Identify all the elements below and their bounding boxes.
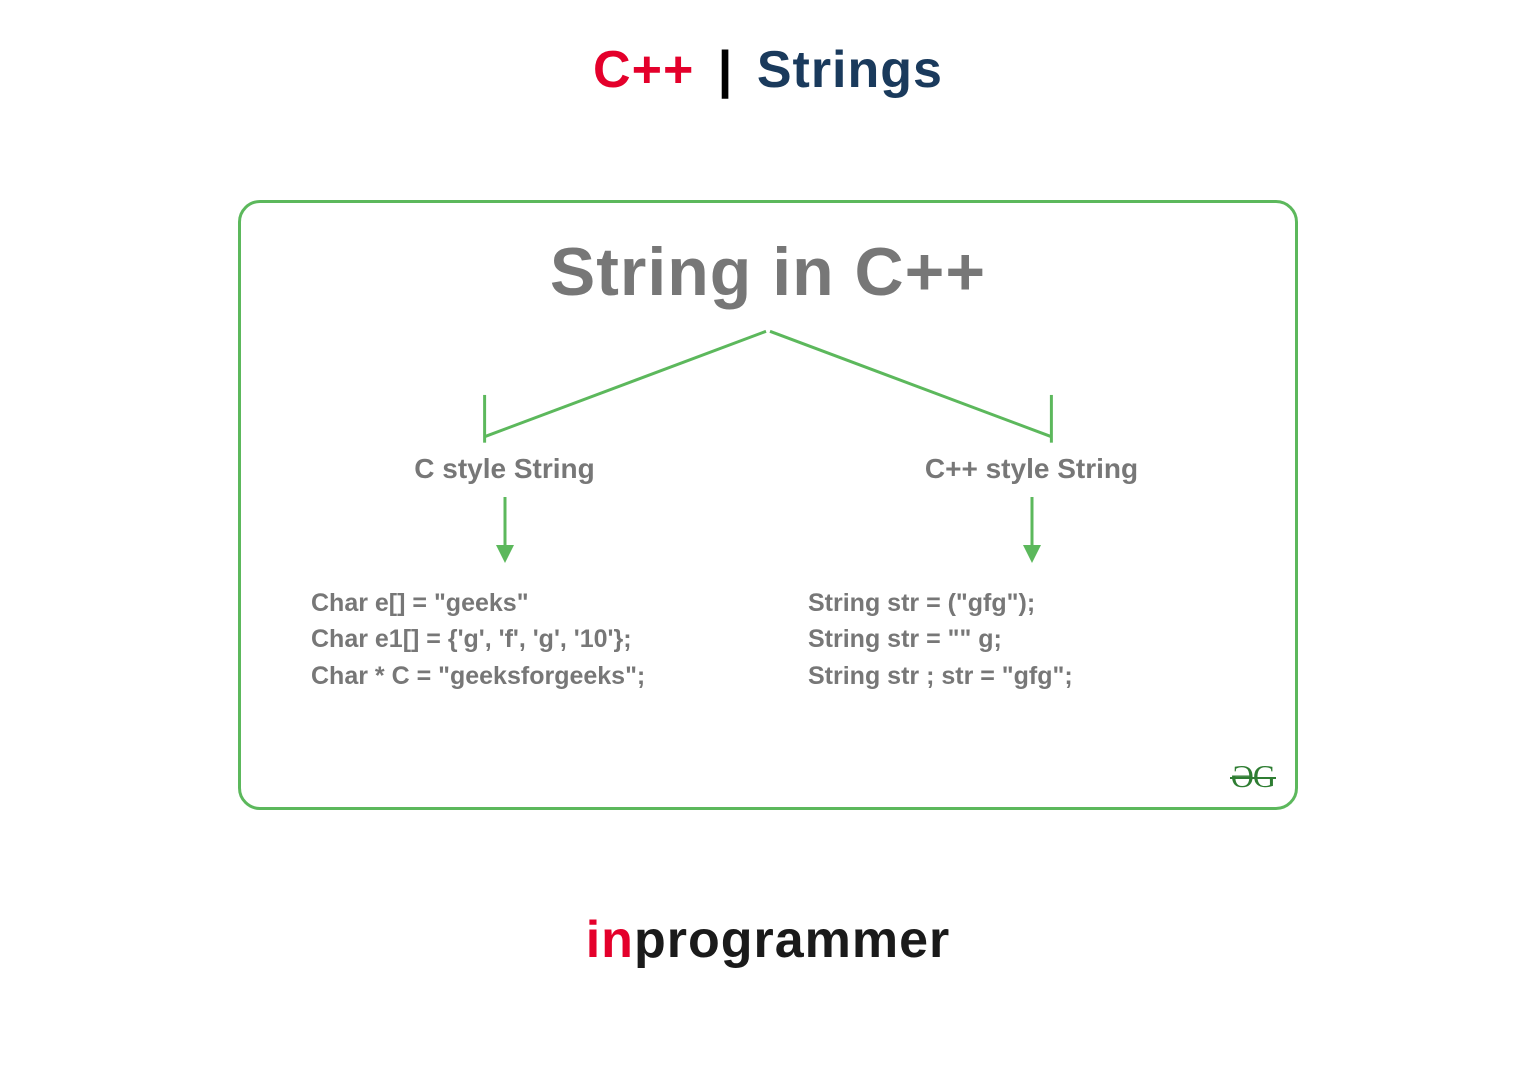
attribution-logo: ƏG <box>1231 758 1275 795</box>
branch-left-label: C style String <box>414 453 594 485</box>
title-cpp: C++ <box>593 41 694 99</box>
footer-rest: programmer <box>634 911 950 969</box>
code-line: Char * C = "geeksforgeeks"; <box>311 658 645 694</box>
diagram-container: String in C++ C style String Char e[] = … <box>238 200 1298 810</box>
arrow-down-icon <box>490 495 520 565</box>
title-topic: Strings <box>757 41 943 99</box>
footer-logo: inprogrammer <box>0 910 1536 970</box>
branch-right-label: C++ style String <box>925 453 1138 485</box>
branches-row: C style String Char e[] = "geeks" Char e… <box>241 453 1295 694</box>
code-line: Char e[] = "geeks" <box>311 585 645 621</box>
code-line: String str = "" g; <box>808 621 1073 657</box>
footer-prefix: in <box>586 911 634 969</box>
code-line: Char e1[] = {'g', 'f', 'g', '10'}; <box>311 621 645 657</box>
code-line: String str ; str = "gfg"; <box>808 658 1073 694</box>
code-block-right: String str = ("gfg"); String str = "" g;… <box>808 585 1073 694</box>
title-separator: | <box>718 41 734 99</box>
branch-connector-icon <box>241 325 1295 445</box>
code-line: String str = ("gfg"); <box>808 585 1073 621</box>
branch-cpp-style: C++ style String String str = ("gfg"); S… <box>768 453 1295 694</box>
diagram-title: String in C++ <box>241 233 1295 311</box>
page-title: C++ | Strings <box>0 0 1536 100</box>
arrow-down-icon <box>1017 495 1047 565</box>
code-block-left: Char e[] = "geeks" Char e1[] = {'g', 'f'… <box>311 585 645 694</box>
branch-c-style: C style String Char e[] = "geeks" Char e… <box>241 453 768 694</box>
